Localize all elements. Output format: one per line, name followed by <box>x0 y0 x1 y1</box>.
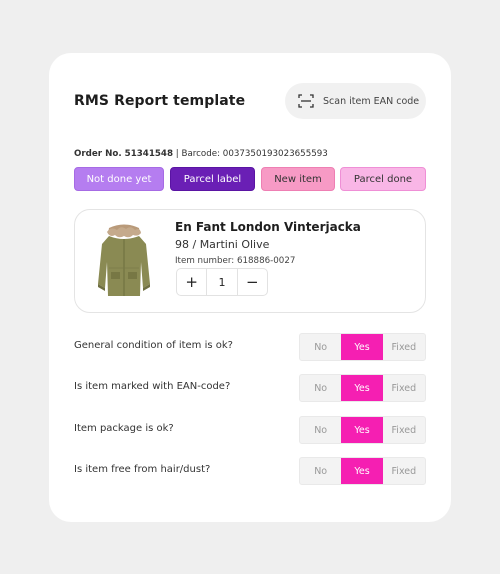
question-row: Is item marked with EAN-code? No Yes Fix… <box>74 374 426 402</box>
answer-yes-option[interactable]: Yes <box>341 458 383 484</box>
order-number: Order No. 51341548 <box>74 149 174 159</box>
scan-ean-label: Scan item EAN code <box>323 95 420 107</box>
scan-icon <box>298 94 314 108</box>
answer-selector: No Yes Fixed <box>299 333 426 361</box>
product-card: En Fant London Vinterjacka 98 / Martini … <box>74 209 426 313</box>
answer-no-option[interactable]: No <box>300 417 341 443</box>
answer-no-option[interactable]: No <box>300 458 341 484</box>
decrement-button[interactable]: − <box>238 269 267 295</box>
barcode: Barcode: 0037350193023655593 <box>181 149 328 159</box>
product-item-number: Item number: 618886-0027 <box>175 256 296 266</box>
question-label: Item package is ok? <box>74 423 174 434</box>
question-row: Item package is ok? No Yes Fixed <box>74 416 426 444</box>
answer-fixed-option[interactable]: Fixed <box>383 334 425 360</box>
product-name: En Fant London Vinterjacka <box>175 220 361 234</box>
increment-button[interactable]: + <box>177 269 206 295</box>
order-info: Order No. 51341548 | Barcode: 0037350193… <box>74 149 328 159</box>
question-label: Is item marked with EAN-code? <box>74 381 231 392</box>
status-parcel-label-button[interactable]: Parcel label <box>170 167 255 191</box>
report-card: RMS Report template Scan item EAN code O… <box>49 53 451 522</box>
answer-fixed-option[interactable]: Fixed <box>383 375 425 401</box>
answer-selector: No Yes Fixed <box>299 416 426 444</box>
quantity-stepper: + 1 − <box>176 268 268 296</box>
status-parcel-done-button[interactable]: Parcel done <box>340 167 426 191</box>
status-not-done-button[interactable]: Not done yet <box>74 167 164 191</box>
answer-yes-option[interactable]: Yes <box>341 334 383 360</box>
answer-no-option[interactable]: No <box>300 375 341 401</box>
answer-no-option[interactable]: No <box>300 334 341 360</box>
quantity-value[interactable]: 1 <box>206 269 238 295</box>
question-row: General condition of item is ok? No Yes … <box>74 333 426 361</box>
jacket-image <box>98 224 150 296</box>
answer-fixed-option[interactable]: Fixed <box>383 417 425 443</box>
answer-selector: No Yes Fixed <box>299 374 426 402</box>
answer-yes-option[interactable]: Yes <box>341 417 383 443</box>
question-row: Is item free from hair/dust? No Yes Fixe… <box>74 457 426 485</box>
question-label: Is item free from hair/dust? <box>74 464 211 475</box>
page-title: RMS Report template <box>74 93 246 109</box>
scan-ean-button[interactable]: Scan item EAN code <box>285 83 426 119</box>
status-new-item-button[interactable]: New item <box>261 167 335 191</box>
answer-yes-option[interactable]: Yes <box>341 375 383 401</box>
answer-fixed-option[interactable]: Fixed <box>383 458 425 484</box>
product-variant: 98 / Martini Olive <box>175 238 270 251</box>
answer-selector: No Yes Fixed <box>299 457 426 485</box>
question-label: General condition of item is ok? <box>74 340 233 351</box>
